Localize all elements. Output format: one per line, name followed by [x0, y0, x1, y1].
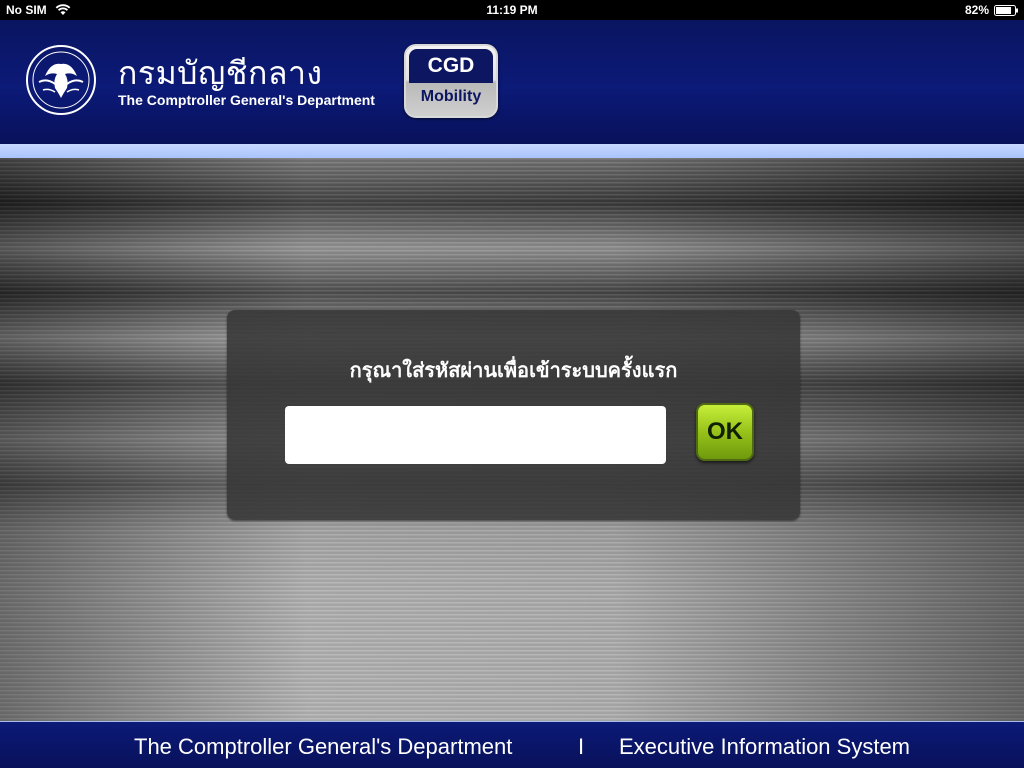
status-bar: No SIM 11:19 PM 82% [0, 0, 1024, 20]
app-header: กรมบัญชีกลาง The Comptroller General's D… [0, 20, 1024, 144]
login-prompt: กรุณาใส่รหัสผ่านเพื่อเข้าระบบครั้งแรก [349, 358, 678, 382]
header-divider [0, 144, 1024, 158]
battery-icon [994, 4, 1018, 16]
app-footer: The Comptroller General's Department I E… [0, 721, 1024, 768]
garuda-emblem-icon [26, 45, 96, 115]
footer-dept-name: The Comptroller General's Department [134, 734, 513, 759]
dept-name-english: The Comptroller General's Department [118, 92, 375, 108]
footer-separator: I [578, 734, 585, 759]
mobility-logo-text: Mobility [420, 88, 482, 105]
status-time: 11:19 PM [486, 3, 538, 17]
status-right: 82% [965, 3, 1018, 17]
ok-button[interactable]: OK [696, 403, 754, 461]
cgd-logo-text: CGD [409, 49, 493, 83]
password-input[interactable] [285, 406, 666, 464]
footer-system-name: Executive Information System [619, 734, 911, 759]
cgd-mobility-logo: CGD Mobility [404, 44, 498, 118]
login-panel: กรุณาใส่รหัสผ่านเพื่อเข้าระบบครั้งแรก OK [227, 310, 800, 520]
battery-percent: 82% [964, 3, 989, 17]
